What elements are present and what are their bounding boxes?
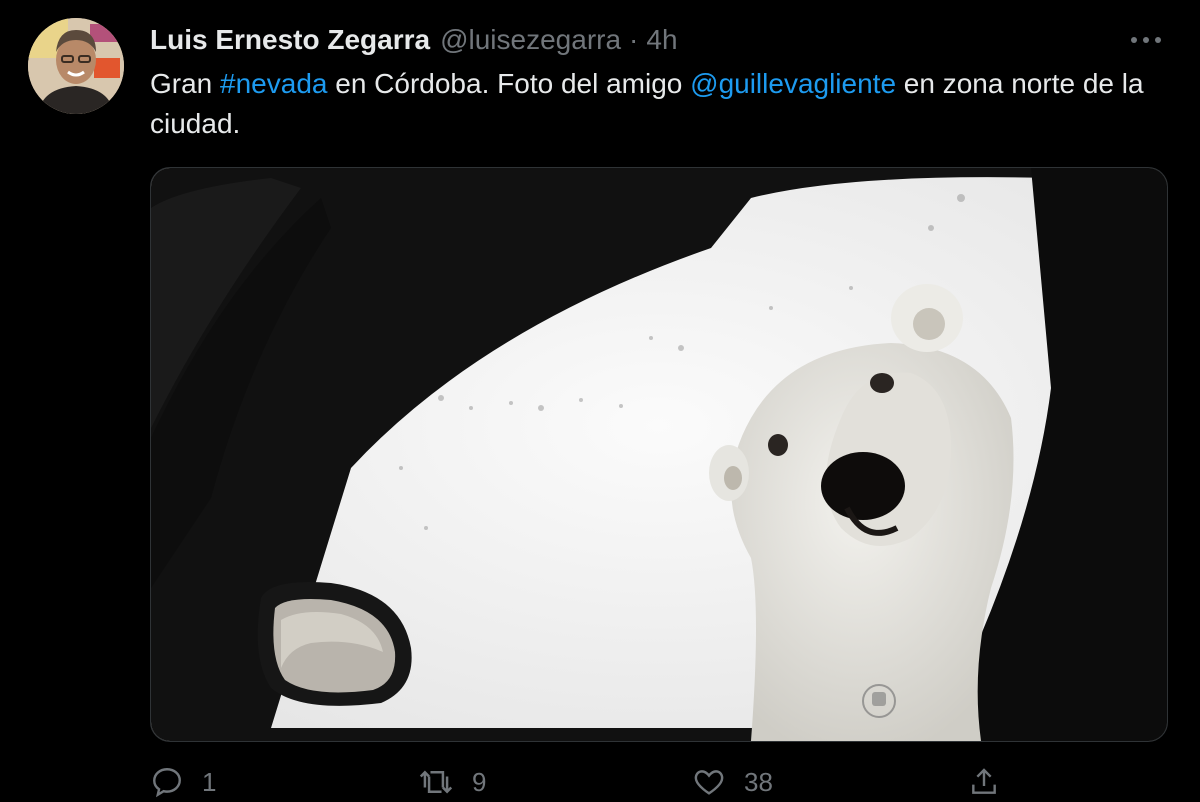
reply-icon xyxy=(153,768,181,798)
retweet-icon xyxy=(419,770,453,794)
retweet-count: 9 xyxy=(472,766,487,797)
tweet-text-part: en Córdoba. Foto del amigo xyxy=(327,68,691,99)
tweet-timestamp[interactable]: 4h xyxy=(646,22,677,58)
separator-dot: · xyxy=(629,24,639,55)
heart-icon xyxy=(694,770,724,795)
tweet-text-part: Gran xyxy=(150,68,221,99)
mention-link[interactable]: @guillevagliente xyxy=(690,68,896,99)
hashtag-link[interactable]: #nevada xyxy=(220,68,327,99)
avatar-image xyxy=(28,18,124,114)
more-icon xyxy=(1131,37,1161,43)
share-icon xyxy=(972,768,996,794)
author-handle[interactable]: @luisezegarra xyxy=(440,22,621,58)
like-count: 38 xyxy=(744,766,773,797)
author-display-name[interactable]: Luis Ernesto Zegarra xyxy=(150,22,430,58)
reply-button[interactable]: 1 xyxy=(150,762,216,802)
tweet-header: Luis Ernesto Zegarra @luisezegarra · 4h xyxy=(150,22,678,58)
reply-count: 1 xyxy=(202,766,217,797)
like-button[interactable]: 38 xyxy=(692,762,773,802)
more-options-button[interactable] xyxy=(1124,24,1168,56)
tweet-actions: 1 9 38 xyxy=(150,762,1170,802)
retweet-button[interactable]: 9 xyxy=(418,762,486,802)
polar-bear-photo-icon xyxy=(151,168,1167,741)
tweet[interactable]: Luis Ernesto Zegarra @luisezegarra · 4h … xyxy=(0,0,1200,800)
avatar[interactable] xyxy=(28,18,124,114)
tweet-text: Gran #nevada en Córdoba. Foto del amigo … xyxy=(150,64,1170,144)
tweet-photo[interactable] xyxy=(150,167,1168,742)
share-button[interactable] xyxy=(968,762,1000,802)
